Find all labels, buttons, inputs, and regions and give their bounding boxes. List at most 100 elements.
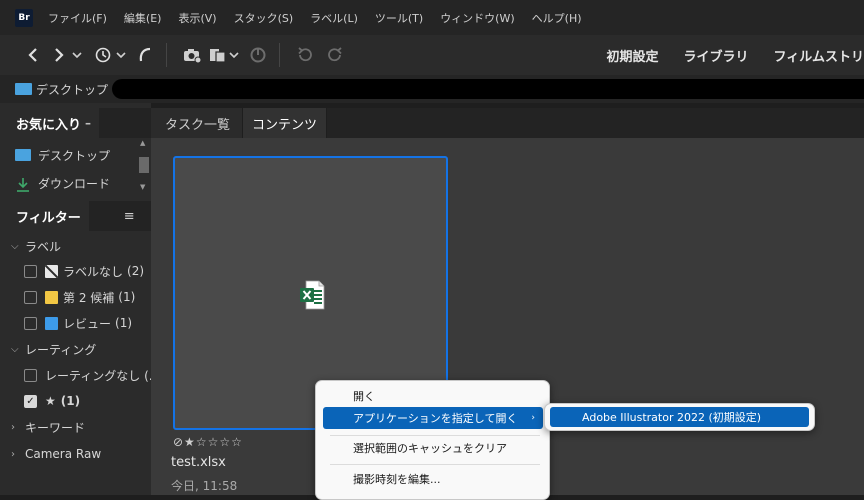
- filter-item-count: (1): [118, 290, 136, 304]
- panel-menu-icon[interactable]: ≡: [124, 209, 135, 224]
- chevron-right-icon[interactable]: ›: [11, 449, 25, 460]
- filter-checkbox[interactable]: [24, 264, 37, 278]
- filter-item-one-star[interactable]: ✓ ★ (1): [0, 389, 151, 413]
- blue-label-swatch-icon: [45, 316, 58, 330]
- filter-item-label: レビュー: [63, 316, 112, 331]
- toolbar-divider: [279, 43, 280, 67]
- submenu-arrow-icon: ›: [531, 413, 535, 423]
- chevron-down-icon[interactable]: [229, 44, 239, 66]
- filter-checkbox[interactable]: [24, 290, 37, 304]
- filter-item-label: レーティングなし (...: [45, 368, 151, 383]
- no-label-swatch-icon: [45, 264, 58, 278]
- menu-divider: [330, 435, 540, 436]
- recent-history-icon[interactable]: [92, 44, 114, 66]
- filter-checkbox[interactable]: [24, 316, 37, 330]
- filter-section-title: ラベル: [25, 239, 62, 254]
- tab-favorites[interactable]: お気に入り –: [0, 108, 100, 138]
- filter-item-second[interactable]: 第 2 候補 (1): [0, 285, 151, 309]
- menu-item-label: 撮影時刻を編集...: [353, 473, 441, 486]
- path-segment-desktop[interactable]: デスクトップ: [36, 81, 108, 98]
- filter-section-title: Camera Raw: [25, 447, 102, 461]
- menu-view[interactable]: 表示(V): [178, 10, 216, 26]
- path-field[interactable]: [112, 79, 864, 99]
- file-date: 今日, 11:58: [171, 479, 238, 493]
- chevron-down-icon[interactable]: [116, 44, 126, 66]
- scroll-down-icon[interactable]: ▼: [140, 183, 145, 191]
- menu-item-label: Adobe Illustrator 2022 (初期設定): [582, 411, 762, 424]
- menu-item-label: 開く: [353, 390, 375, 403]
- filter-item-count: (1): [115, 316, 133, 330]
- favorite-item-label: ダウンロード: [38, 176, 111, 191]
- workspace-libraries[interactable]: ライブラリ: [684, 46, 749, 65]
- tab-filter[interactable]: フィルター: [0, 201, 89, 231]
- chevron-down-icon[interactable]: [72, 44, 82, 66]
- favorite-item-label: デスクトップ: [38, 148, 111, 163]
- menu-label[interactable]: ラベル(L): [310, 10, 358, 26]
- toolbar-divider: [166, 43, 167, 67]
- rotate-left-icon[interactable]: [294, 44, 316, 66]
- boomerang-icon[interactable]: [134, 44, 156, 66]
- menu-file[interactable]: ファイル(F): [48, 10, 107, 26]
- filter-checkbox[interactable]: [24, 368, 37, 382]
- download-icon: [15, 177, 31, 192]
- favorites-scrollbar[interactable]: ▲ ▼: [137, 139, 151, 197]
- filter-item-review[interactable]: レビュー (1): [0, 311, 151, 335]
- workspace-switcher: 初期設定 ライブラリ フィルムストリ: [581, 35, 864, 75]
- filter-panel-header: フィルター ≡: [0, 201, 151, 231]
- toolbar: 初期設定 ライブラリ フィルムストリ: [0, 35, 864, 75]
- favorite-item-desktop[interactable]: デスクトップ: [15, 145, 110, 165]
- menu-window[interactable]: ウィンドウ(W): [440, 10, 514, 26]
- workspace-filmstrip[interactable]: フィルムストリ: [774, 46, 864, 65]
- tab-content[interactable]: コンテンツ: [243, 108, 328, 138]
- menubar: Br ファイル(F) 編集(E) 表示(V) スタック(S) ラベル(L) ツー…: [0, 0, 864, 35]
- menu-stack[interactable]: スタック(S): [234, 10, 294, 26]
- panel-collapse-icon[interactable]: –: [85, 116, 91, 130]
- filter-section-keyword[interactable]: › キーワード: [0, 415, 151, 439]
- forward-arrow-icon[interactable]: [48, 44, 70, 66]
- menu-item-edit-capture-time[interactable]: 撮影時刻を編集...: [323, 468, 543, 490]
- file-name[interactable]: test.xlsx: [171, 455, 226, 470]
- tab-task-list[interactable]: タスク一覧: [151, 108, 244, 138]
- filter-section-rating[interactable]: ⌵ レーティング: [0, 337, 151, 361]
- menu-item-purge-cache[interactable]: 選択範囲のキャッシュをクリア: [323, 437, 543, 459]
- filter-checkbox-checked[interactable]: ✓: [24, 394, 37, 408]
- filter-item-no-label[interactable]: ラベルなし (2): [0, 259, 151, 283]
- refine-icon[interactable]: [247, 44, 269, 66]
- filter-item-label: ラベルなし: [63, 264, 124, 279]
- file-rating[interactable]: ⊘★☆☆☆☆: [173, 435, 243, 449]
- menu-edit[interactable]: 編集(E): [124, 10, 162, 26]
- workspace-essentials[interactable]: 初期設定: [606, 46, 658, 65]
- favorites-panel-header: お気に入り –: [0, 108, 151, 138]
- left-panel: お気に入り – デスクトップ ダウンロード ▲ ▼ フィルター ≡ ⌵ ラベル: [0, 103, 151, 495]
- scrollbar-thumb[interactable]: [139, 157, 149, 173]
- back-arrow-icon[interactable]: [22, 44, 44, 66]
- menu-tools[interactable]: ツール(T): [375, 10, 423, 26]
- app-logo[interactable]: Br: [15, 8, 33, 27]
- filter-item-no-rating[interactable]: レーティングなし (...: [0, 363, 151, 387]
- filter-section-title: レーティング: [25, 342, 97, 357]
- menu-item-label: アプリケーションを指定して開く: [353, 412, 518, 425]
- filter-section-camera-raw[interactable]: › Camera Raw: [0, 442, 151, 466]
- filter-tab-gap: [89, 201, 111, 231]
- menu-help[interactable]: ヘルプ(H): [532, 10, 582, 26]
- favorites-tab-label: お気に入り: [16, 117, 82, 133]
- star-icon: ★: [45, 394, 56, 408]
- filter-section-label[interactable]: ⌵ ラベル: [0, 234, 151, 258]
- chevron-down-icon[interactable]: ⌵: [11, 344, 25, 355]
- favorite-item-downloads[interactable]: ダウンロード: [15, 173, 110, 193]
- menu-item-open[interactable]: 開く: [323, 385, 543, 407]
- filter-item-count: (1): [60, 394, 81, 408]
- copy-icon[interactable]: [207, 44, 229, 66]
- menu-item-illustrator[interactable]: Adobe Illustrator 2022 (初期設定): [550, 407, 809, 427]
- desktop-folder-icon: [15, 149, 31, 161]
- menu-item-label: 選択範囲のキャッシュをクリア: [353, 442, 507, 455]
- filter-tab-label: フィルター: [16, 210, 81, 226]
- camera-get-photos-icon[interactable]: [181, 44, 203, 66]
- rotate-right-icon[interactable]: [324, 44, 346, 66]
- chevron-right-icon[interactable]: ›: [11, 422, 25, 433]
- desktop-folder-icon: [15, 83, 32, 95]
- chevron-down-icon[interactable]: ⌵: [11, 241, 25, 252]
- content-tabbar: タスク一覧 コンテンツ: [151, 108, 864, 138]
- menu-item-open-with[interactable]: アプリケーションを指定して開く ›: [323, 407, 543, 429]
- scroll-up-icon[interactable]: ▲: [140, 139, 145, 147]
